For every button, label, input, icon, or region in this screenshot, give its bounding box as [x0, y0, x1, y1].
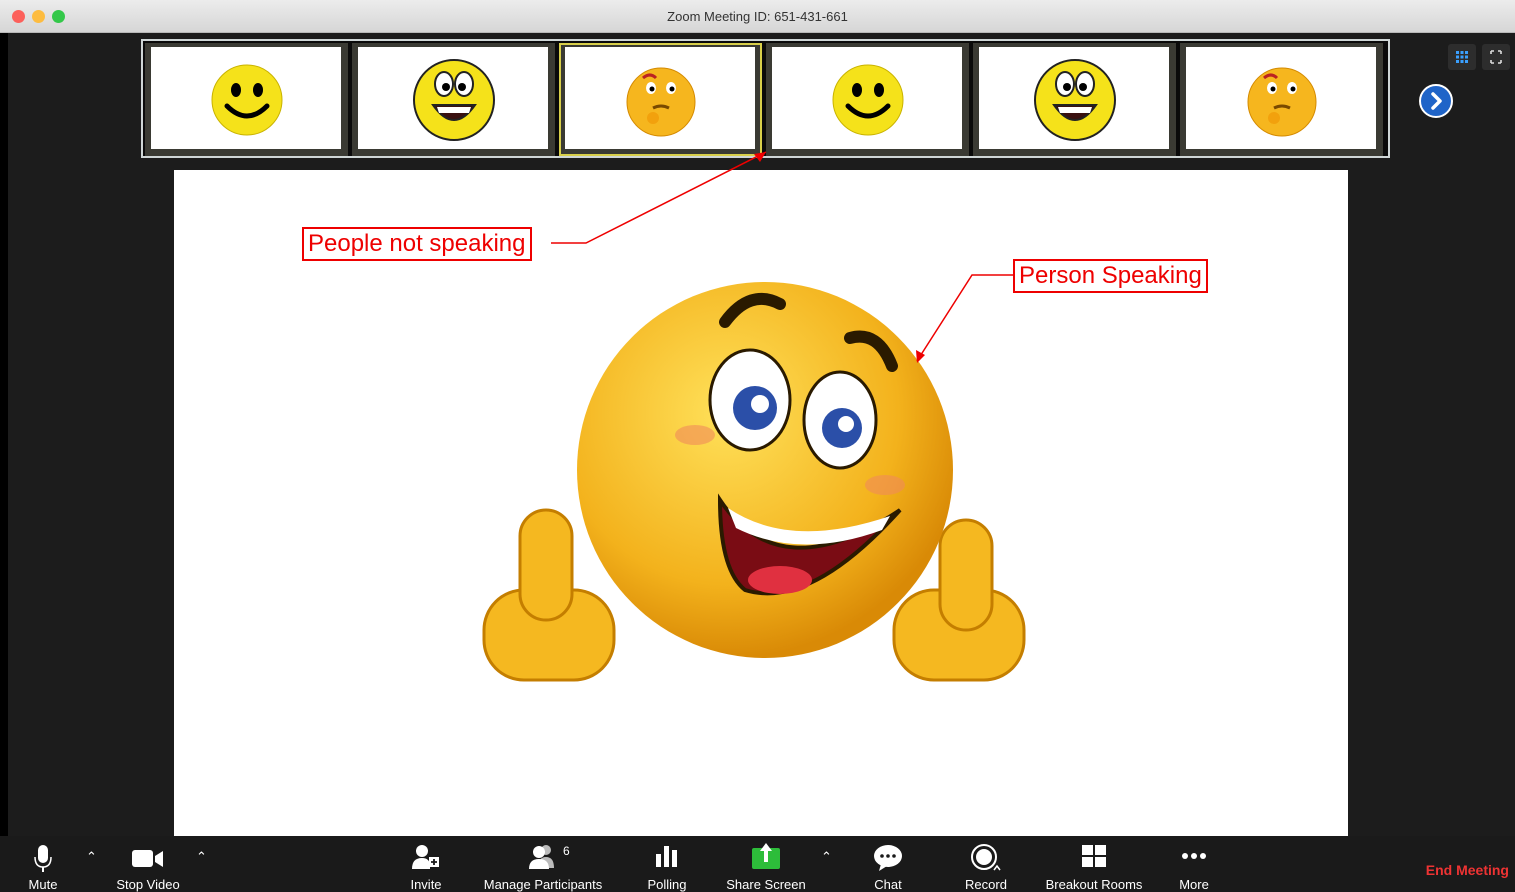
share-screen-label: Share Screen	[726, 877, 806, 892]
participant-thumbnail[interactable]	[766, 43, 969, 156]
stop-video-label: Stop Video	[116, 877, 180, 892]
grid-view-icon	[1456, 51, 1468, 63]
polling-icon	[656, 846, 677, 867]
invite-button[interactable]: Invite	[402, 836, 450, 892]
participant-thumbnail[interactable]	[1180, 43, 1383, 156]
share-options-caret[interactable]: ⌃	[821, 849, 832, 865]
audio-options-caret[interactable]: ⌃	[86, 849, 97, 865]
participant-thumbnail[interactable]	[352, 43, 555, 156]
video-camera-icon	[132, 850, 163, 867]
record-icon	[971, 844, 1001, 871]
participants-icon	[529, 845, 554, 869]
share-screen-icon	[752, 843, 780, 869]
video-options-caret[interactable]: ⌃	[196, 849, 207, 865]
fullscreen-button[interactable]	[1482, 44, 1510, 70]
chat-label: Chat	[874, 877, 902, 892]
thinking-face-icon	[1247, 67, 1316, 136]
thumbs-up-smiley-icon	[482, 282, 1026, 682]
chat-button[interactable]: Chat	[866, 836, 910, 892]
next-arrow-icon	[1431, 92, 1442, 110]
more-icon	[1182, 853, 1206, 859]
more-label: More	[1179, 877, 1209, 892]
mute-button[interactable]: Mute	[22, 836, 64, 892]
window-titlebar: Zoom Meeting ID: 651-431-661	[0, 0, 1515, 33]
participant-thumbnail[interactable]	[973, 43, 1176, 156]
breakout-rooms-button[interactable]: Breakout Rooms	[1040, 836, 1148, 892]
participant-strip	[141, 39, 1390, 158]
end-meeting-button[interactable]: End Meeting	[1426, 862, 1509, 878]
gallery-view-button[interactable]	[1448, 44, 1476, 70]
mute-label: Mute	[28, 877, 58, 892]
manage-participants-button[interactable]: 6 Manage Participants	[478, 836, 608, 892]
polling-label: Polling	[647, 877, 687, 892]
participant-thumbnail[interactable]	[145, 43, 348, 156]
record-label: Record	[965, 877, 1007, 892]
laughing-face-icon	[412, 58, 495, 141]
add-user-icon	[412, 845, 439, 869]
breakout-rooms-icon	[1082, 845, 1106, 867]
smiley-icon	[211, 64, 282, 135]
smiley-icon	[832, 64, 903, 135]
next-page-button[interactable]	[1419, 84, 1453, 118]
stop-video-button[interactable]: Stop Video	[110, 836, 186, 892]
thinking-face-icon	[626, 67, 695, 136]
polling-button[interactable]: Polling	[642, 836, 692, 892]
laughing-face-icon	[1033, 58, 1116, 141]
participant-thumbnail-active[interactable]	[559, 43, 762, 156]
callout-speaking: Person Speaking	[1013, 259, 1208, 293]
window-title: Zoom Meeting ID: 651-431-661	[667, 9, 848, 24]
more-button[interactable]: More	[1172, 836, 1216, 892]
chat-icon	[874, 845, 902, 871]
callout-not-speaking: People not speaking	[302, 227, 532, 261]
record-button[interactable]: Record	[960, 836, 1012, 892]
breakout-rooms-label: Breakout Rooms	[1045, 877, 1143, 892]
microphone-icon	[34, 845, 52, 872]
manage-participants-label: Manage Participants	[483, 877, 603, 892]
meeting-toolbar: Mute Stop Video Invite 6 Manage Particip…	[0, 836, 1515, 892]
participant-count: 6	[563, 844, 570, 858]
fullscreen-icon	[1490, 50, 1502, 64]
share-screen-button[interactable]: Share Screen	[722, 836, 810, 892]
invite-label: Invite	[410, 877, 442, 892]
